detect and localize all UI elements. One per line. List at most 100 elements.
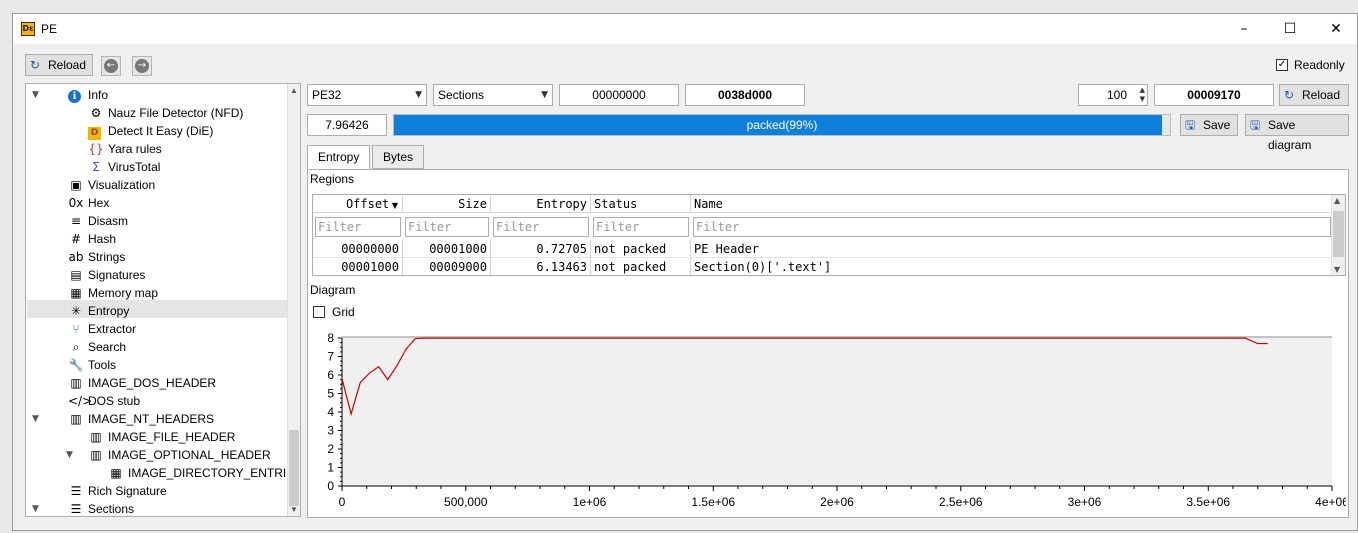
- save-button[interactable]: 🖫 Save: [1180, 114, 1238, 136]
- tree-item-disasm[interactable]: ≡ Disasm: [68, 212, 128, 230]
- sort-desc-icon: ▼: [389, 201, 398, 210]
- expand-arrow-icon[interactable]: ▼: [32, 90, 39, 100]
- signatures-icon: ▤: [70, 268, 82, 282]
- tree-item-nauz-file-detector-nfd[interactable]: ⚙ Nauz File Detector (NFD): [88, 104, 244, 122]
- back-button[interactable]: ←: [101, 56, 121, 76]
- tree-item-image-nt-headers[interactable]: ▥ IMAGE_NT_HEADERS: [68, 410, 214, 428]
- virustotal-icon: Σ: [92, 160, 100, 174]
- tree-item-tools[interactable]: 🔧 Tools: [68, 356, 117, 374]
- tree-item-rich-signature[interactable]: ☰ Rich Signature: [68, 482, 167, 500]
- cell-name: PE Header: [691, 240, 1333, 258]
- type-select[interactable]: PE32 ▼: [307, 84, 427, 106]
- save-diagram-button[interactable]: 🖫 Save diagram: [1245, 114, 1349, 152]
- tree-item-info[interactable]: ℹ Info: [68, 86, 108, 104]
- tree-item-label: Yara rules: [108, 142, 162, 156]
- x-tick-label: 3e+06: [1068, 495, 1102, 509]
- extractor-icon: ⑂: [72, 322, 80, 336]
- tree-item-sections[interactable]: ☰ Sections: [68, 500, 134, 516]
- tree-item-hash[interactable]: # Hash: [68, 230, 116, 248]
- tree-item-image-dos-header[interactable]: ▥ IMAGE_DOS_HEADER: [68, 374, 216, 392]
- tree-item-hex[interactable]: 0x Hex: [68, 194, 110, 212]
- tree-item-signatures[interactable]: ▤ Signatures: [68, 266, 145, 284]
- mode-select[interactable]: Sections ▼: [433, 84, 553, 106]
- x-tick-label: 3.5e+06: [1186, 495, 1230, 509]
- hash-icon: #: [70, 232, 82, 246]
- struct-icon: ▥: [90, 430, 102, 444]
- tree-item-label: Rich Signature: [88, 484, 167, 498]
- column-header-status[interactable]: Status: [591, 195, 691, 213]
- tab-bytes[interactable]: Bytes: [372, 145, 425, 169]
- spin-icon[interactable]: ▲ ▼: [1140, 86, 1145, 104]
- tree-item-label: Info: [88, 88, 109, 102]
- tree-item-label: Nauz File Detector (NFD): [108, 106, 244, 120]
- column-header-offset[interactable]: Offset ▼: [313, 195, 403, 213]
- expand-arrow-icon[interactable]: ▼: [66, 450, 73, 460]
- tree-scrollbar-thumb[interactable]: [289, 430, 299, 506]
- tree-item-visualization[interactable]: ▣ Visualization: [68, 176, 155, 194]
- close-button[interactable]: ✕: [1313, 14, 1358, 44]
- tree-item-yara-rules[interactable]: {} Yara rules: [88, 140, 162, 158]
- tree-item-image-file-header[interactable]: ▥ IMAGE_FILE_HEADER: [88, 428, 235, 446]
- tree-item-label: Search: [88, 340, 127, 354]
- expand-arrow-icon[interactable]: ▼: [32, 504, 39, 514]
- scroll-up-icon[interactable]: ▲: [290, 86, 298, 95]
- tree-item-image-optional-header[interactable]: ▥ IMAGE_OPTIONAL_HEADER: [88, 446, 271, 464]
- column-header-size[interactable]: Size: [403, 195, 491, 213]
- tree-item-label: Disasm: [88, 214, 129, 228]
- chevron-down-icon: ▼: [415, 90, 422, 100]
- column-header-name[interactable]: Name: [691, 195, 1333, 213]
- tree-item-label: Strings: [88, 250, 126, 264]
- count-spinbox[interactable]: 100 ▲ ▼: [1078, 84, 1148, 106]
- cell-entropy: 0.72705: [491, 240, 591, 258]
- reload-button[interactable]: ↻ Reload: [25, 54, 93, 76]
- filter-offset-input[interactable]: [315, 217, 401, 237]
- readonly-checkbox[interactable]: ✓: [1276, 59, 1288, 71]
- filter-size-input[interactable]: [405, 217, 489, 237]
- entropy-reload-button[interactable]: ↻ Reload: [1279, 84, 1349, 106]
- offset-field[interactable]: 00000000: [559, 84, 679, 106]
- cell-entropy: 6.13463: [491, 257, 591, 275]
- tree-item-label: DOS stub: [88, 394, 141, 408]
- scroll-down-icon[interactable]: ▼: [290, 505, 298, 514]
- filter-offset: [313, 215, 403, 239]
- pe-window: Dɛ PE – ☐ ✕ ↻ Reload ← → ✓ Readonly ℹ Inf…: [12, 13, 1358, 531]
- count-result-field: 00009170: [1154, 84, 1274, 106]
- scroll-down-icon[interactable]: ▼: [1334, 265, 1340, 274]
- tree-scrollbar[interactable]: ▲ ▼: [287, 84, 300, 516]
- tree-item-label: VirusTotal: [108, 160, 161, 174]
- tree-item-label: Extractor: [88, 322, 137, 336]
- tree-item-detect-it-easy-die[interactable]: D Detect It Easy (DiE): [88, 122, 213, 140]
- column-header-entropy[interactable]: Entropy: [491, 195, 591, 213]
- filter-entropy-input[interactable]: [493, 217, 589, 237]
- tree-item-entropy[interactable]: ✳ Entropy: [68, 302, 129, 320]
- tree-item-virustotal[interactable]: Σ VirusTotal: [88, 158, 160, 176]
- scroll-up-icon[interactable]: ▲: [1334, 196, 1340, 205]
- tree-item-memory-map[interactable]: ▦ Memory map: [68, 284, 158, 302]
- arrow-right-icon: →: [135, 59, 149, 73]
- table-scrollbar-thumb[interactable]: [1333, 211, 1344, 257]
- tree-item-dos-stub[interactable]: </>DOS stub: [68, 392, 140, 410]
- entropy-chart-svg: 0 1 2 3 4 5 6 7 8 0 500,000 1e+06 1.5e+06 2e+06 2.5e+0…: [327, 331, 1349, 509]
- table-scrollbar[interactable]: ▲ ▼: [1331, 195, 1345, 275]
- die-icon: D: [88, 127, 101, 140]
- tree-item-extractor[interactable]: ⑂ Extractor: [68, 320, 136, 338]
- tree-item-label: IMAGE_FILE_HEADER: [108, 430, 236, 444]
- tab-entropy[interactable]: Entropy: [307, 145, 371, 170]
- minimize-button[interactable]: –: [1221, 14, 1267, 44]
- cell-name: Section(0)['.text']: [691, 257, 1333, 275]
- filter-status-input[interactable]: [593, 217, 689, 237]
- expand-arrow-icon[interactable]: ▼: [32, 414, 39, 424]
- grid-checkbox[interactable]: [313, 306, 325, 318]
- tree-item-search[interactable]: ⌕ Search: [68, 338, 126, 356]
- size-field[interactable]: 0038d000: [685, 84, 805, 106]
- tree-item-image-directory-entries[interactable]: ▦ IMAGE_DIRECTORY_ENTRIES: [108, 464, 300, 482]
- window-title: PE: [41, 22, 58, 36]
- filter-name-input[interactable]: [693, 217, 1331, 237]
- tree-item-label: IMAGE_DOS_HEADER: [88, 376, 217, 390]
- maximize-button[interactable]: ☐: [1267, 14, 1313, 44]
- y-tick-label: 7: [327, 350, 334, 364]
- forward-button[interactable]: →: [132, 56, 152, 76]
- tree-item-label: IMAGE_OPTIONAL_HEADER: [108, 448, 271, 462]
- save-label: Save: [1203, 118, 1231, 132]
- tree-item-strings[interactable]: ab Strings: [68, 248, 126, 266]
